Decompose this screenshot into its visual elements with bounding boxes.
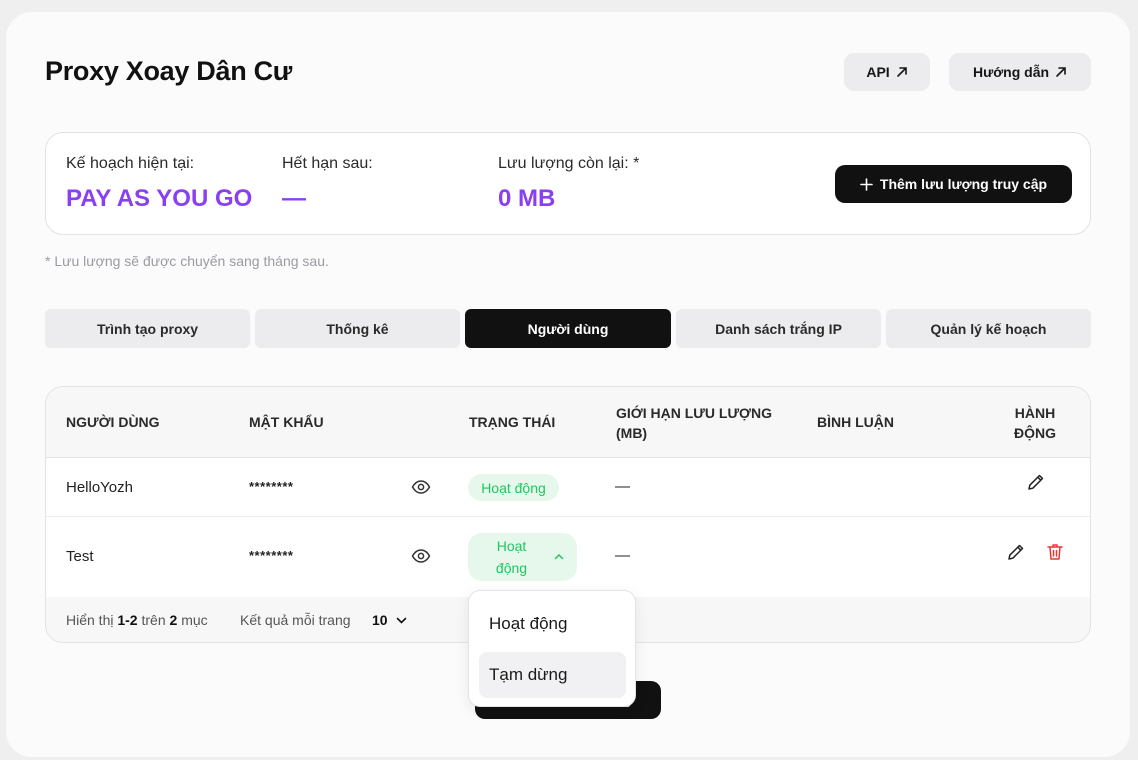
row-password: ******** [249,548,294,563]
column-password: Mật khẩu [249,414,324,430]
guide-button[interactable]: Hướng dẫn [949,53,1091,91]
summary-items: mục [181,612,208,628]
status-select[interactable]: Hoạt động [468,533,577,581]
api-button-label: API [866,64,890,80]
table-row: Test ******** Hoạt động — [46,517,1090,597]
column-traffic-limit: Giới hạn lưu lượng (MB) [616,403,772,443]
status-select-value: Hoạt động [484,535,540,579]
column-comment: Bình luận [817,414,894,430]
trash-icon[interactable] [1045,542,1065,562]
expiry: Hết hạn sau: — [282,155,373,213]
add-traffic-button[interactable]: Thêm lưu lượng truy cập [835,165,1072,203]
edit-icon[interactable] [1026,472,1046,492]
eye-icon[interactable] [411,546,431,566]
summary-total: 2 [169,612,178,628]
column-user: Người dùng [66,414,160,430]
guide-button-label: Hướng dẫn [972,64,1050,80]
summary-prefix: Hiển thị [66,612,114,628]
per-page-value: 10 [372,612,388,628]
chevron-down-icon [396,617,406,624]
row-traffic-limit: — [615,478,630,495]
row-user: HelloYozh [66,479,133,496]
api-button[interactable]: API [844,53,930,91]
tab-users[interactable]: Người dùng [465,309,671,348]
plus-icon [860,177,873,191]
plan-summary: Kế hoạch hiện tại: PAY AS YOU GO Hết hạn… [45,132,1091,235]
external-arrow-icon [1056,67,1066,77]
status-badge[interactable]: Hoạt động [468,474,559,501]
column-action-line1: Hành [1014,405,1056,421]
status-select-value-line1: Hoạt [496,538,527,554]
table-row: HelloYozh ******** Hoạt động — [46,458,1090,517]
external-arrow-icon [896,67,907,77]
column-status: Trạng thái [469,414,556,430]
column-action: Hành động [1014,403,1056,443]
pagination-summary: Hiển thị 1-2 trên 2 mục [66,612,208,628]
column-traffic-limit-line1: Giới hạn lưu lượng [616,405,772,421]
current-plan-value: PAY AS YOU GO [66,185,253,212]
summary-range: 1-2 [117,612,138,628]
chevron-up-icon [554,553,563,560]
row-user: Test [66,548,94,565]
expiry-value: — [282,185,306,212]
per-page-label: Kết quả mỗi trang [240,612,351,628]
tab-proxy-generator[interactable]: Trình tạo proxy [45,309,250,348]
tab-ip-whitelist[interactable]: Danh sách trắng IP [676,309,881,348]
add-traffic-label: Thêm lưu lượng truy cập [879,176,1048,192]
traffic-note: * Lưu lượng sẽ được chuyển sang tháng sa… [45,253,329,269]
status-option-active[interactable]: Hoạt động [479,601,626,647]
edit-icon[interactable] [1006,542,1026,562]
tab-statistics[interactable]: Thống kê [255,309,460,348]
status-option-paused[interactable]: Tạm dừng [479,652,626,698]
traffic-remaining-label: Lưu lượng còn lại: * [498,155,640,172]
status-select-value-line2: động [495,560,528,576]
eye-icon[interactable] [411,477,431,497]
tab-bar: Trình tạo proxy Thống kê Người dùng Danh… [45,309,1091,348]
tab-plan-management[interactable]: Quản lý kế hoạch [886,309,1091,348]
row-password: ******** [249,479,294,494]
status-dropdown-menu: Hoạt động Tạm dừng [468,590,636,707]
traffic-remaining: Lưu lượng còn lại: * 0 MB [498,155,639,213]
current-plan-label: Kế hoạch hiện tại: [66,155,195,172]
expiry-label: Hết hạn sau: [282,155,373,172]
page-title: Proxy Xoay Dân Cư [45,56,293,86]
row-traffic-limit: — [615,547,630,564]
traffic-remaining-value: 0 MB [498,185,556,212]
per-page-select[interactable]: 10 [372,612,407,628]
summary-of: trên [141,612,166,628]
column-traffic-limit-line2: (MB) [616,425,648,441]
table-header: Người dùng Mật khẩu Trạng thái Giới hạn … [46,387,1090,458]
current-plan: Kế hoạch hiện tại: PAY AS YOU GO [66,155,252,213]
column-action-line2: động [1014,425,1056,441]
